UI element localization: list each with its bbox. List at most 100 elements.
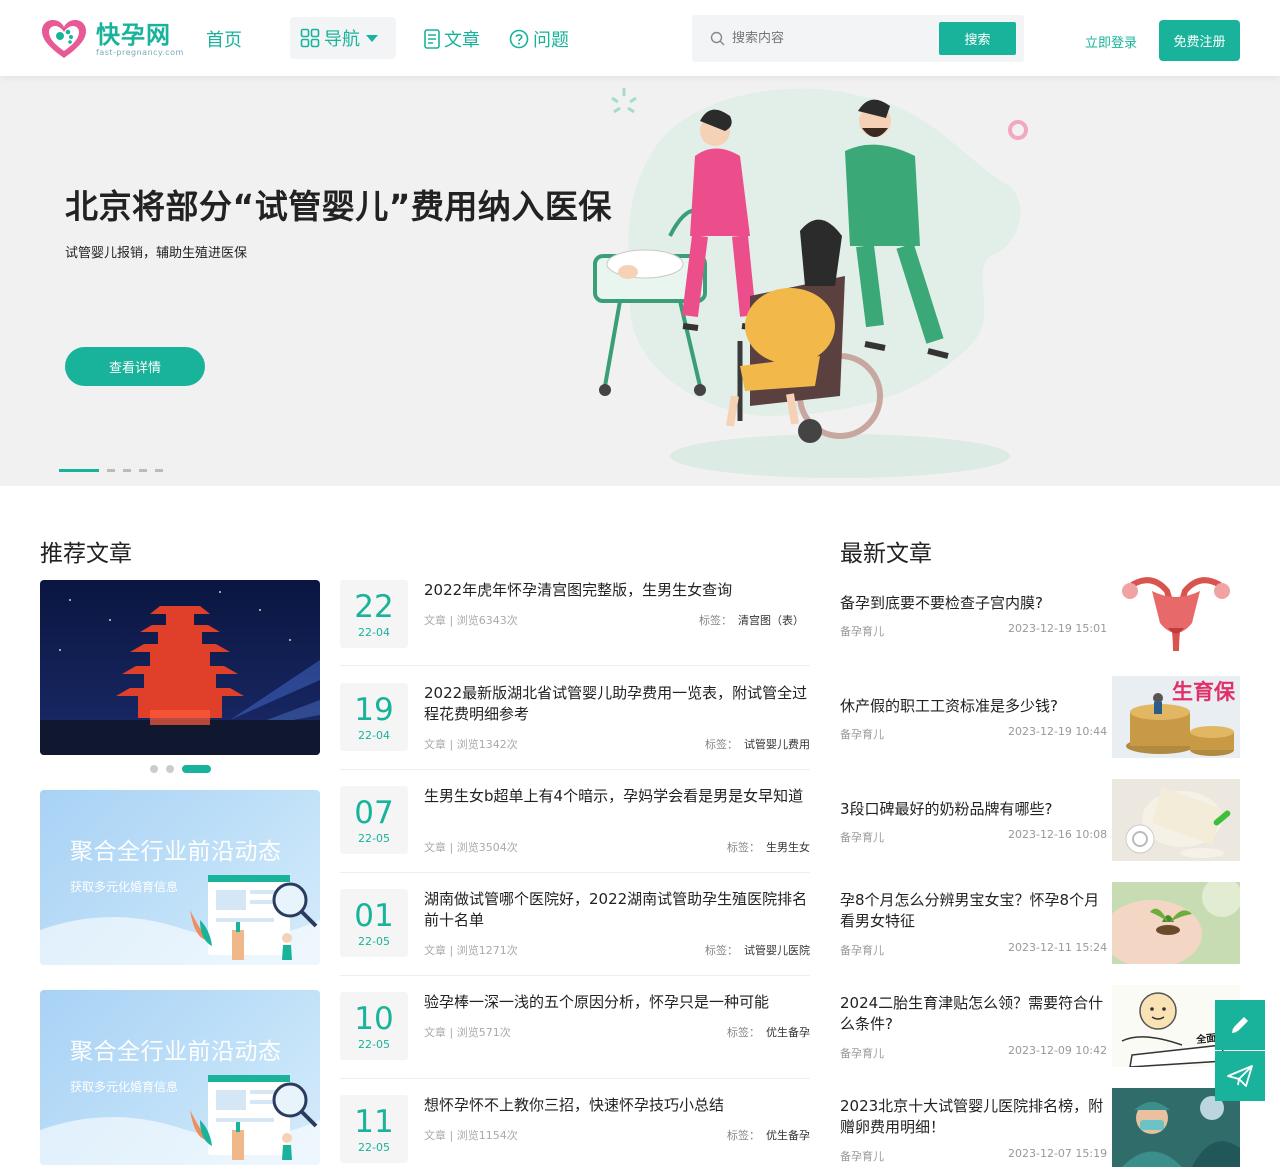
latest-item[interactable]: 休产假的职工工资标准是多少钱? 备孕育儿 2023-12-19 10:44 生育…	[840, 676, 1240, 758]
banner-dot[interactable]	[123, 469, 131, 472]
article-tag[interactable]: 标签： 试管婴儿医院	[705, 942, 810, 958]
latest-item[interactable]: 3段口碑最好的奶粉品牌有哪些? 备孕育儿 2023-12-16 10:08	[840, 779, 1240, 861]
article-month: 22-04	[358, 626, 390, 639]
latest-title[interactable]: 休产假的职工工资标准是多少钱?	[840, 696, 1104, 717]
article-meta: 文章 | 浏览1342次	[424, 738, 518, 751]
latest-item[interactable]: 2024二胎生育津贴怎么领？需要符合什么条件? 备孕育儿 2023-12-09 …	[840, 985, 1240, 1067]
pregnant-belly-image[interactable]	[1112, 882, 1240, 964]
article-month: 22-05	[358, 935, 390, 948]
logo-subtitle: fast-pregnancy.com	[96, 47, 184, 57]
nav-articles-label: 文章	[444, 30, 480, 51]
latest-category: 备孕育儿	[840, 625, 884, 638]
banner-dot[interactable]	[59, 469, 99, 472]
search-button[interactable]: 搜索	[939, 22, 1016, 55]
article-meta: 文章 | 浏览6343次	[424, 614, 518, 627]
search-input[interactable]	[732, 26, 922, 50]
nav-dropdown[interactable]: 导航	[290, 17, 396, 59]
article-title[interactable]: 湖南做试管哪个医院好，2022湖南试管助孕生殖医院排名前十名单	[424, 889, 810, 931]
latest-item[interactable]: 孕8个月怎么分辨男宝女宝？怀孕8个月看男女特征 备孕育儿 2023-12-11 …	[840, 882, 1240, 964]
article-title[interactable]: 2022最新版湖北省试管婴儿助孕费用一览表，附试管全过程花费明细参考	[424, 683, 810, 725]
promo-card[interactable]: 聚合全行业前沿动态 获取多元化婚育信息	[40, 790, 320, 965]
article-tag[interactable]: 标签： 优生备孕	[727, 1127, 810, 1143]
article-item[interactable]: 10 22-05 验孕棒一深一浅的五个原因分析，怀孕只是一种可能 文章 | 浏览…	[340, 992, 810, 1079]
nav-dropdown-label: 导航	[324, 29, 360, 50]
latest-category: 备孕育儿	[840, 831, 884, 844]
nav-questions-link[interactable]: 问题	[509, 26, 569, 52]
article-title[interactable]: 想怀孕怀不上教你三招，快速怀孕技巧小总结	[424, 1095, 810, 1116]
latest-category: 备孕育儿	[840, 1150, 884, 1163]
slider-dot[interactable]	[182, 765, 211, 773]
article-day: 11	[354, 1104, 394, 1140]
article-day: 10	[354, 1001, 394, 1037]
latest-time: 2023-12-11 15:24	[1008, 941, 1108, 954]
slider-dot[interactable]	[166, 765, 174, 773]
logo-title: 快孕网	[96, 20, 171, 49]
caret-down-icon	[366, 34, 378, 42]
latest-title[interactable]: 2023北京十大试管婴儿医院排名榜，附赠卵费用明细！	[840, 1096, 1104, 1138]
article-item[interactable]: 19 22-04 2022最新版湖北省试管婴儿助孕费用一览表，附试管全过程花费明…	[340, 683, 810, 770]
article-day: 01	[354, 898, 394, 934]
article-item[interactable]: 01 22-05 湖南做试管哪个医院好，2022湖南试管助孕生殖医院排名前十名单…	[340, 889, 810, 976]
banner-dot[interactable]	[107, 469, 115, 472]
latest-title[interactable]: 3段口碑最好的奶粉品牌有哪些?	[840, 799, 1104, 820]
divider	[340, 769, 810, 770]
article-date: 01 22-05	[340, 889, 408, 957]
register-button[interactable]: 免费注册	[1159, 20, 1240, 61]
question-circle-icon	[509, 29, 529, 49]
uterus-image[interactable]	[1112, 573, 1240, 655]
divider	[340, 975, 810, 976]
recommended-slider[interactable]	[40, 580, 320, 755]
latest-title[interactable]: 2024二胎生育津贴怎么领？需要符合什么条件?	[840, 993, 1104, 1035]
latest-time: 2023-12-07 15:19	[1008, 1147, 1108, 1160]
slider-dot[interactable]	[150, 765, 158, 773]
divider	[340, 665, 810, 666]
latest-heading: 最新文章	[840, 541, 932, 567]
promo-subtitle: 获取多元化婚育信息	[70, 1080, 179, 1094]
promo-card[interactable]: 聚合全行业前沿动态 获取多元化婚育信息	[40, 990, 320, 1165]
nav-home-link[interactable]: 首页	[206, 26, 242, 52]
write-button[interactable]	[1215, 1000, 1265, 1050]
site-header: 快孕网 fast-pregnancy.com 首页 导航 文章 问题 搜索内容 …	[0, 0, 1280, 76]
search-bar: 搜索	[692, 15, 1024, 62]
article-item[interactable]: 07 22-05 生男生女b超单上有4个暗示，孕妈学会看是男是女早知道 文章 |…	[340, 786, 810, 873]
coins-image[interactable]: 生育保	[1112, 676, 1240, 758]
banner-dot[interactable]	[139, 469, 147, 472]
article-title[interactable]: 验孕棒一深一浅的五个原因分析，怀孕只是一种可能	[424, 992, 810, 1013]
article-month: 22-05	[358, 832, 390, 845]
article-tag[interactable]: 标签： 试管婴儿费用	[705, 736, 810, 752]
article-item[interactable]: 11 22-05 想怀孕怀不上教你三招，快速怀孕技巧小总结 文章 | 浏览115…	[340, 1095, 810, 1167]
article-tag[interactable]: 标签： 生男生女	[727, 839, 810, 855]
banner-details-button[interactable]: 查看详情	[65, 347, 205, 386]
latest-item[interactable]: 2023北京十大试管婴儿医院排名榜，附赠卵费用明细！ 备孕育儿 2023-12-…	[840, 1088, 1240, 1167]
latest-time: 2023-12-19 10:44	[1008, 725, 1108, 738]
logo[interactable]: 快孕网 fast-pregnancy.com	[40, 18, 184, 60]
promo-subtitle: 获取多元化婚育信息	[70, 880, 179, 894]
article-date: 10 22-05	[340, 992, 408, 1060]
article-meta: 文章 | 浏览571次	[424, 1026, 511, 1039]
paper-plane-icon	[1227, 1065, 1253, 1087]
latest-title[interactable]: 孕8个月怎么分辨男宝女宝？怀孕8个月看男女特征	[840, 890, 1104, 932]
article-day: 07	[354, 795, 394, 831]
banner-dot[interactable]	[155, 469, 163, 472]
latest-title[interactable]: 备孕到底要不要检查子宫内膜?	[840, 593, 1104, 614]
article-tag[interactable]: 标签： 清宫图（表）	[699, 612, 804, 628]
article-tag[interactable]: 标签： 优生备孕	[727, 1024, 810, 1040]
recommended-heading: 推荐文章	[40, 541, 132, 567]
article-item[interactable]: 22 22-04 2022年虎年怀孕清宫图完整版，生男生女查询 文章 | 浏览6…	[340, 580, 810, 666]
latest-category: 备孕育儿	[840, 728, 884, 741]
article-title[interactable]: 2022年虎年怀孕清宫图完整版，生男生女查询	[424, 580, 810, 601]
milk-powder-image[interactable]	[1112, 779, 1240, 861]
nav-articles-link[interactable]: 文章	[424, 26, 480, 52]
feedback-button[interactable]	[1215, 1051, 1265, 1101]
divider	[340, 872, 810, 873]
promo-title: 聚合全行业前沿动态	[70, 839, 282, 865]
tower-night-image	[40, 580, 320, 755]
article-title[interactable]: 生男生女b超单上有4个暗示，孕妈学会看是男是女早知道	[424, 786, 810, 807]
divider	[340, 1078, 810, 1079]
latest-item[interactable]: 备孕到底要不要检查子宫内膜? 备孕育儿 2023-12-19 15:01	[840, 573, 1240, 655]
login-link[interactable]: 立即登录	[1085, 32, 1137, 51]
article-month: 22-04	[358, 729, 390, 742]
banner-title: 北京将部分“试管婴儿”费用纳入医保	[65, 187, 612, 226]
article-day: 22	[354, 589, 394, 625]
banner-subtitle: 试管婴儿报销，辅助生殖进医保	[65, 246, 248, 261]
